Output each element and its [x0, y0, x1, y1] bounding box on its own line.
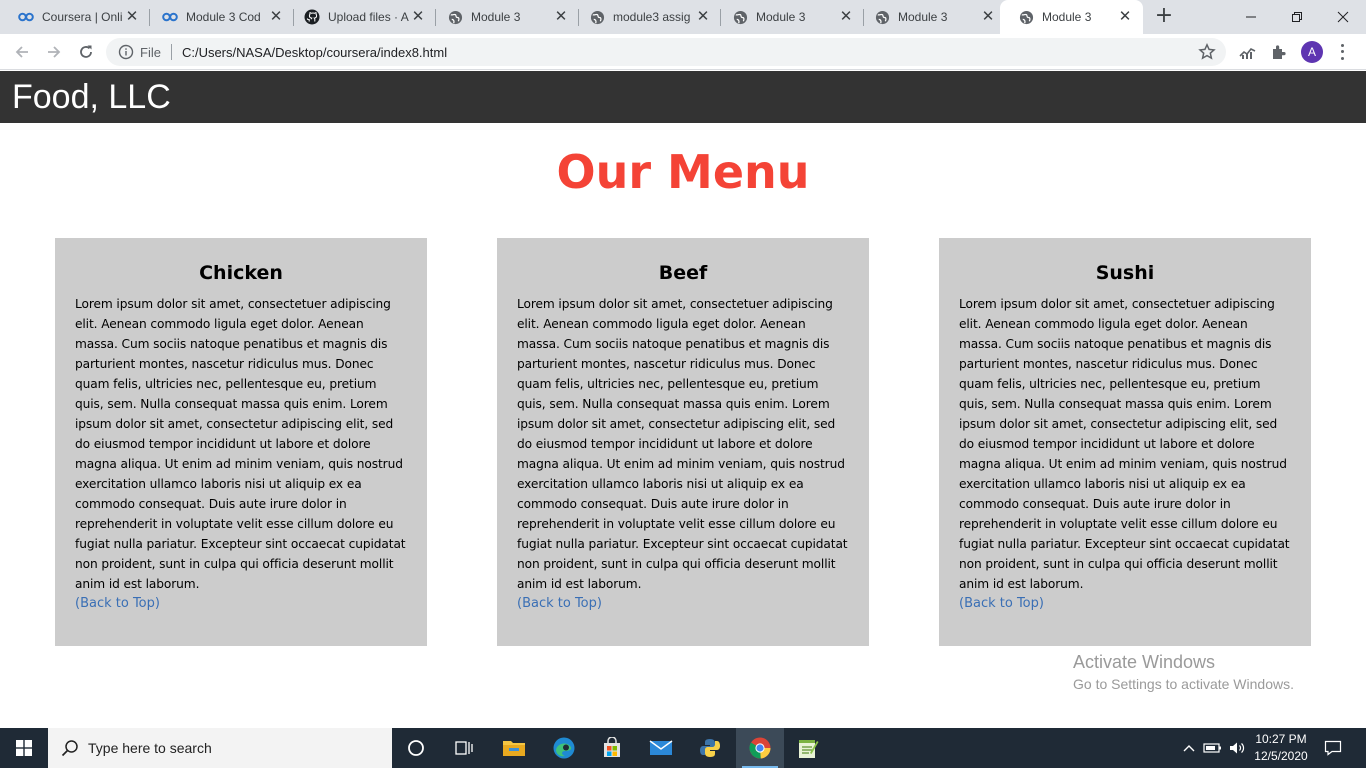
tab-title: Module 3	[471, 10, 521, 24]
card-title: Sushi	[1095, 262, 1155, 284]
globe-icon	[732, 9, 748, 25]
url-text[interactable]: C:/Users/NASA/Desktop/coursera/index8.ht…	[182, 45, 447, 60]
forward-arrow-icon	[48, 46, 61, 58]
card-title: Chicken	[199, 262, 283, 284]
battery-icon[interactable]	[1202, 728, 1224, 768]
page-title: Our Menu	[556, 145, 810, 199]
close-icon[interactable]: ✕	[410, 9, 426, 25]
cortana-icon[interactable]	[392, 728, 440, 768]
tab-upload-files[interactable]: Upload files · A ✕	[286, 0, 436, 34]
tab-module3-b[interactable]: Module 3 ✕	[714, 0, 864, 34]
python-icon[interactable]	[686, 728, 734, 768]
back-to-top-link[interactable]: (Back to Top)	[517, 594, 849, 614]
profile-avatar[interactable]: A	[1301, 41, 1323, 63]
file-explorer-icon[interactable]	[490, 728, 538, 768]
brand-title: Food, LLC	[12, 78, 171, 116]
tab-title: Module 3	[898, 10, 948, 24]
menu-card-chicken: Chicken Lorem ipsum dolor sit amet, cons…	[55, 238, 427, 646]
search-placeholder: Type here to search	[88, 740, 212, 756]
close-window-button[interactable]	[1320, 0, 1366, 34]
tab-module3-assignment[interactable]: module3 assig ✕	[571, 0, 721, 34]
info-icon[interactable]	[118, 44, 134, 60]
notepad-plus-icon[interactable]	[784, 728, 832, 768]
back-to-top-link[interactable]: (Back to Top)	[75, 594, 407, 614]
back-arrow-icon	[15, 46, 28, 58]
tab-title: Module 3	[756, 10, 806, 24]
browser-toolbar: File C:/Users/NASA/Desktop/coursera/inde…	[0, 34, 1366, 70]
close-icon[interactable]: ✕	[268, 9, 284, 25]
close-icon[interactable]: ✕	[980, 9, 996, 25]
scheme-label: File	[140, 44, 161, 60]
tab-title: Coursera | Onli	[42, 10, 123, 24]
close-icon[interactable]: ✕	[1117, 9, 1133, 25]
globe-icon	[874, 9, 890, 25]
tab-module3-c[interactable]: Module 3 ✕	[856, 0, 1006, 34]
close-icon[interactable]: ✕	[124, 9, 140, 25]
restore-button[interactable]	[1274, 0, 1320, 34]
store-icon[interactable]	[588, 728, 636, 768]
close-icon[interactable]: ✕	[695, 9, 711, 25]
tab-title: Module 3	[1042, 10, 1092, 24]
watermark-title: Activate Windows	[1073, 652, 1216, 672]
activate-windows-watermark: Activate Windows Go to Settings to activ…	[1073, 651, 1294, 694]
page-viewport: Food, LLC Our Menu Chicken Lorem ipsum d…	[0, 71, 1366, 728]
search-icon	[61, 740, 78, 757]
globe-icon	[1018, 9, 1034, 25]
address-bar[interactable]: File C:/Users/NASA/Desktop/coursera/inde…	[106, 38, 1226, 66]
clock-date: 12/5/2020	[1254, 749, 1308, 763]
reload-icon	[80, 45, 92, 58]
tab-title: module3 assig	[613, 10, 691, 24]
task-view-icon[interactable]	[440, 728, 488, 768]
card-body: Lorem ipsum dolor sit amet, consectetuer…	[75, 297, 406, 591]
restore-icon	[1292, 12, 1302, 22]
clock-time: 10:27 PM	[1255, 732, 1307, 746]
start-button[interactable]	[0, 728, 48, 768]
extensions-puzzle-icon[interactable]	[1270, 43, 1288, 61]
card-body: Lorem ipsum dolor sit amet, consectetuer…	[517, 297, 848, 591]
back-button[interactable]	[10, 40, 34, 64]
new-tab-button[interactable]: +	[1153, 5, 1175, 28]
menu-card-sushi: Sushi Lorem ipsum dolor sit amet, consec…	[939, 238, 1311, 646]
system-clock[interactable]: 10:27 PM 12/5/2020	[1248, 731, 1314, 765]
browser-menu-icon[interactable]	[1336, 42, 1348, 62]
notifications-icon[interactable]	[1318, 728, 1348, 768]
volume-icon[interactable]	[1226, 728, 1248, 768]
edge-icon[interactable]	[540, 728, 588, 768]
site-header: Food, LLC	[0, 71, 1366, 123]
tab-title: Upload files · A	[328, 10, 409, 24]
taskbar-search-box[interactable]: Type here to search	[48, 728, 392, 768]
chrome-icon[interactable]	[736, 728, 784, 768]
coursera-icon	[162, 9, 178, 25]
minimize-icon	[1246, 16, 1256, 18]
bookmark-star-icon[interactable]	[1198, 43, 1216, 61]
windows-taskbar: Type here to search 10:27 PM 12/5/2020	[0, 728, 1366, 768]
back-to-top-link[interactable]: (Back to Top)	[959, 594, 1291, 614]
globe-icon	[447, 9, 463, 25]
minimize-button[interactable]	[1228, 0, 1274, 34]
tab-module3-a[interactable]: Module 3 ✕	[429, 0, 579, 34]
card-body: Lorem ipsum dolor sit amet, consectetuer…	[959, 297, 1290, 591]
show-hidden-icons-chevron-icon[interactable]	[1180, 728, 1198, 768]
watermark-subtitle: Go to Settings to activate Windows.	[1073, 676, 1294, 692]
windows-logo-icon	[16, 740, 32, 756]
forward-button[interactable]	[42, 40, 66, 64]
github-icon	[304, 9, 320, 25]
performance-extension-icon[interactable]	[1239, 43, 1257, 61]
close-icon[interactable]: ✕	[838, 9, 854, 25]
close-icon[interactable]: ✕	[553, 9, 569, 25]
mail-icon[interactable]	[637, 728, 685, 768]
globe-icon	[589, 9, 605, 25]
menu-card-beef: Beef Lorem ipsum dolor sit amet, consect…	[497, 238, 869, 646]
browser-tab-strip: Coursera | Onli ✕ Module 3 Cod ✕ Upload …	[0, 0, 1366, 34]
close-icon	[1337, 11, 1349, 23]
tab-title: Module 3 Cod	[186, 10, 261, 24]
tab-module3-code[interactable]: Module 3 Cod ✕	[144, 0, 294, 34]
tab-module3-active[interactable]: Module 3 ✕	[1000, 0, 1143, 34]
tab-coursera[interactable]: Coursera | Onli ✕	[0, 0, 150, 34]
card-title: Beef	[658, 262, 708, 284]
coursera-icon	[18, 9, 34, 25]
reload-button[interactable]	[74, 40, 98, 64]
